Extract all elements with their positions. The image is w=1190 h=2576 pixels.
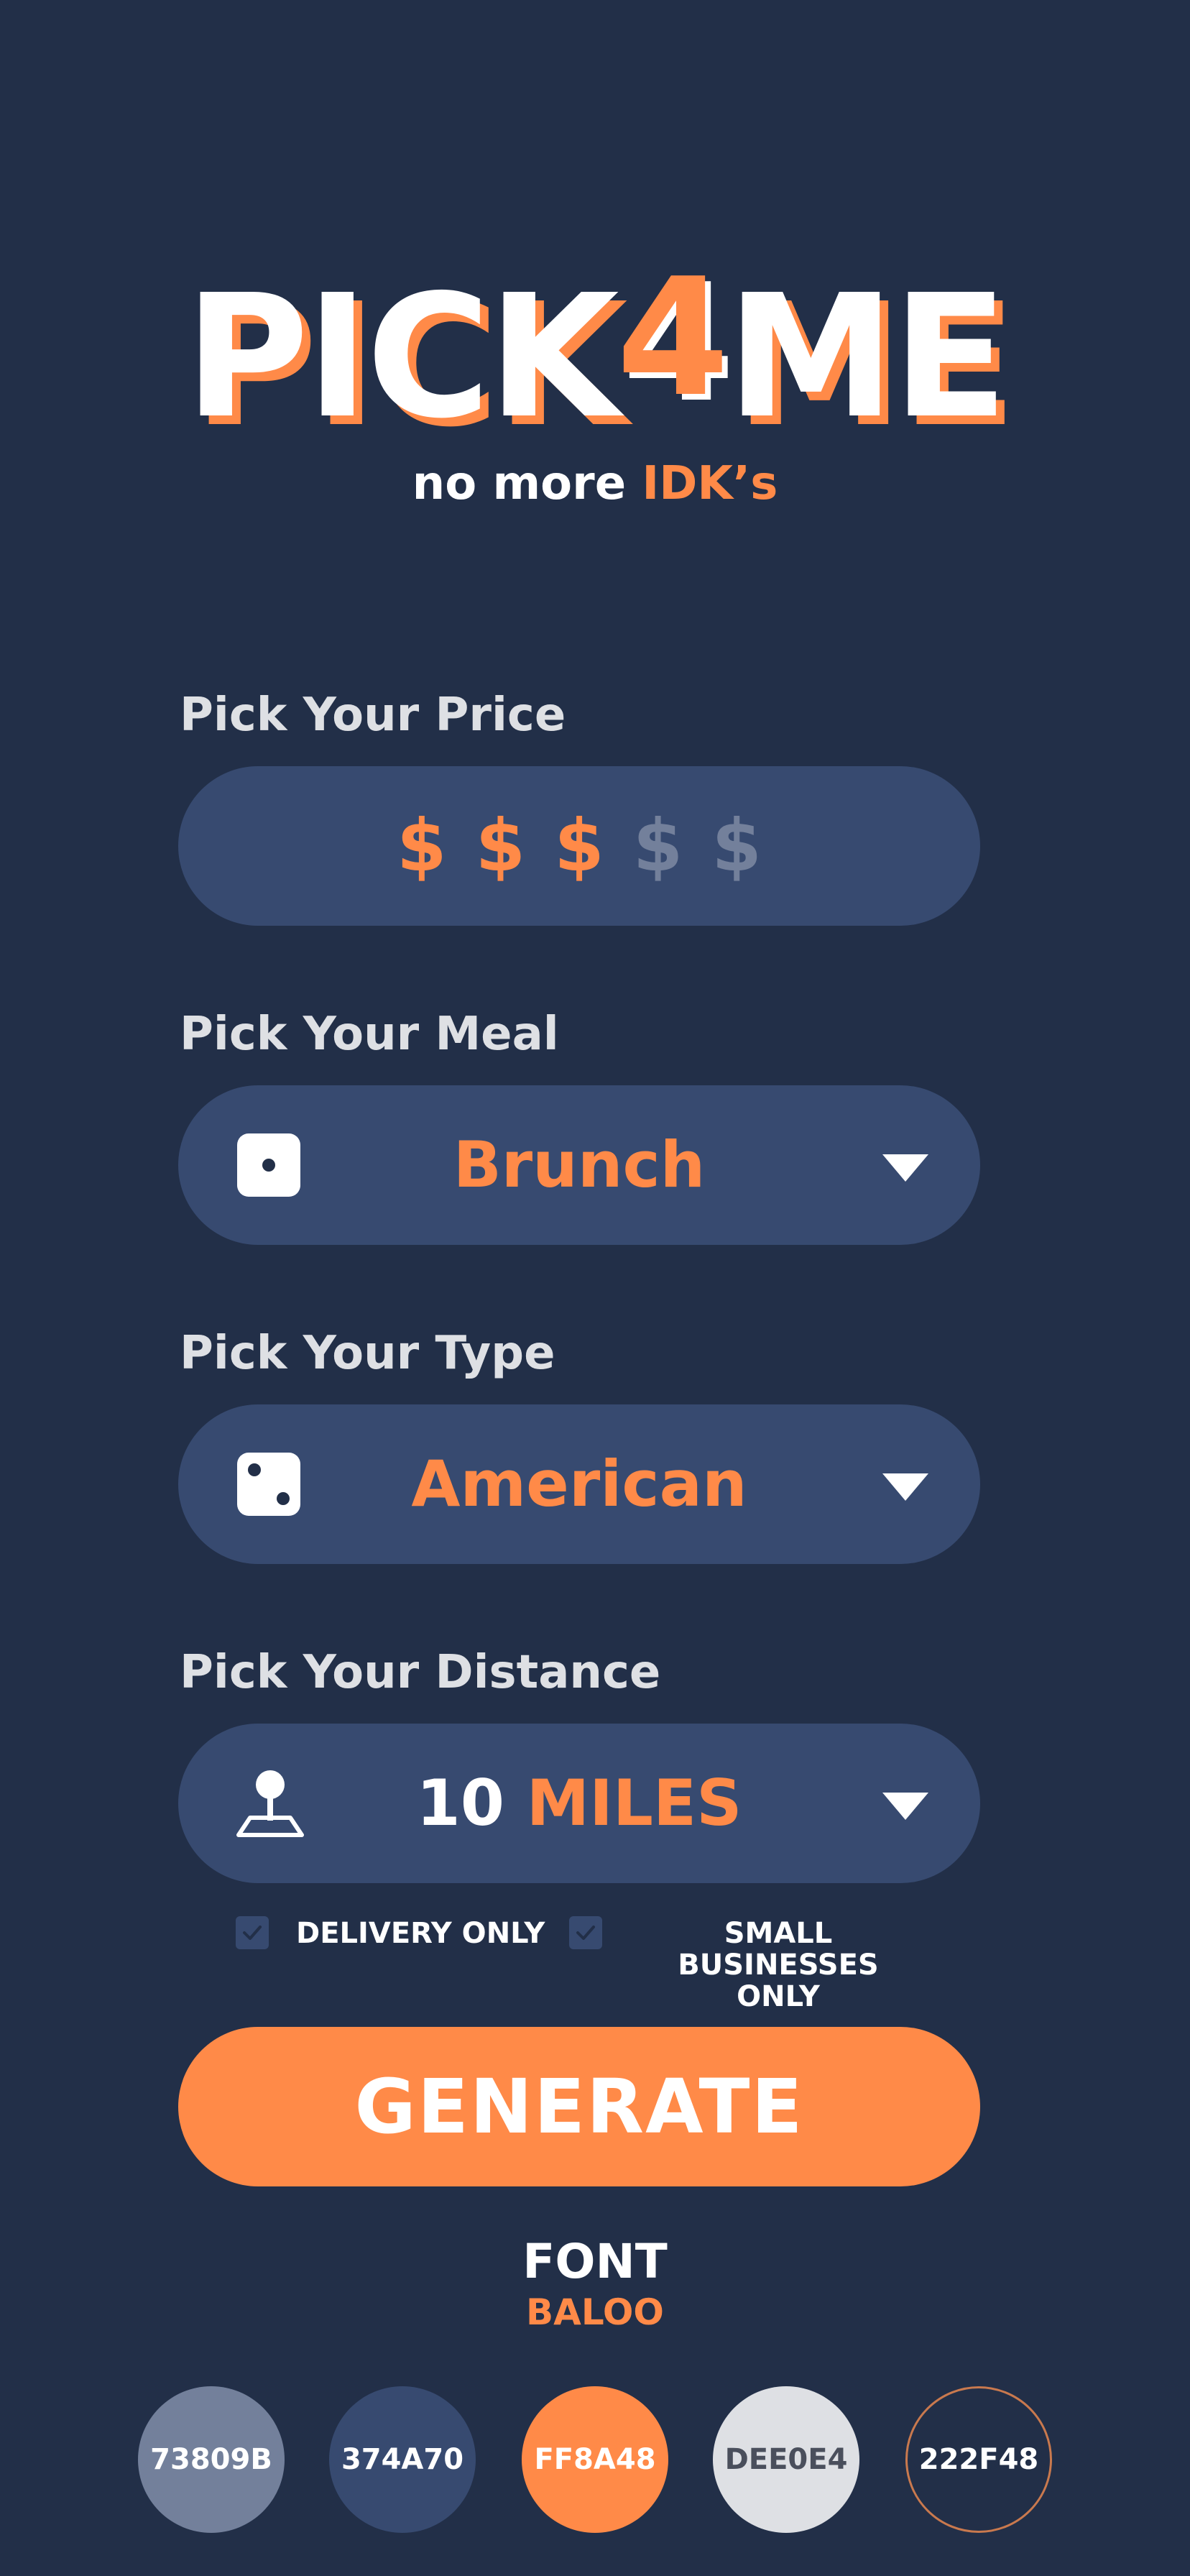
distance-number: 10 — [416, 1766, 504, 1840]
price-level-5[interactable]: $ — [711, 810, 762, 882]
meal-value: Brunch — [453, 1128, 706, 1202]
small-businesses-checkbox[interactable] — [569, 1916, 602, 1949]
price-label: Pick Your Price — [180, 689, 566, 742]
logo-text-four: 4 — [616, 244, 729, 433]
price-level-3[interactable]: $ — [554, 810, 604, 882]
meal-dropdown[interactable]: Brunch — [178, 1085, 980, 1245]
tagline-accent: IDK’s — [642, 457, 778, 510]
chevron-down-icon[interactable] — [882, 1154, 928, 1182]
small-businesses-label-line2: ONLY — [737, 1980, 820, 2013]
type-value: American — [411, 1447, 747, 1521]
delivery-only-checkbox[interactable] — [236, 1916, 269, 1949]
type-dropdown[interactable]: American — [178, 1404, 980, 1564]
color-swatch: 73809B — [138, 2386, 285, 2533]
distance-unit: MILES — [526, 1766, 742, 1840]
logo-text-me: ME — [727, 258, 1008, 456]
tagline: no more IDK’s — [0, 457, 1190, 510]
tagline-text: no more — [412, 457, 642, 510]
app-logo: PICK4ME — [0, 249, 1190, 447]
small-businesses-label-line1: SMALL BUSINESSES — [678, 1917, 879, 1982]
price-level-2[interactable]: $ — [476, 810, 526, 882]
type-label: Pick Your Type — [180, 1327, 555, 1380]
font-name: BALOO — [526, 2291, 664, 2333]
price-level-1[interactable]: $ — [397, 810, 447, 882]
delivery-only-label[interactable]: DELIVERY ONLY — [296, 1918, 545, 1949]
filter-options: DELIVERY ONLY SMALL BUSINESSES ONLY — [0, 1912, 1190, 2012]
color-swatch: DEE0E4 — [713, 2386, 859, 2533]
color-swatch: FF8A48 — [522, 2386, 668, 2533]
price-level-4[interactable]: $ — [633, 810, 683, 882]
check-icon — [576, 1926, 595, 1940]
price-selector: $ $ $ $ $ — [178, 766, 980, 926]
chevron-down-icon[interactable] — [882, 1473, 928, 1501]
check-icon — [243, 1926, 262, 1940]
meal-label: Pick Your Meal — [180, 1008, 559, 1061]
distance-label: Pick Your Distance — [180, 1646, 661, 1699]
font-title: FONT — [522, 2234, 668, 2289]
logo-text-pick: PICK — [184, 258, 619, 456]
small-businesses-label[interactable]: SMALL BUSINESSES ONLY — [624, 1918, 933, 2012]
generate-button[interactable]: GENERATE — [178, 2027, 980, 2186]
distance-dropdown[interactable]: 10 MILES — [178, 1724, 980, 1883]
color-swatch: 374A70 — [329, 2386, 476, 2533]
chevron-down-icon[interactable] — [882, 1793, 928, 1820]
distance-value: 10 MILES — [178, 1724, 980, 1883]
color-swatch: 222F48 — [905, 2386, 1052, 2533]
